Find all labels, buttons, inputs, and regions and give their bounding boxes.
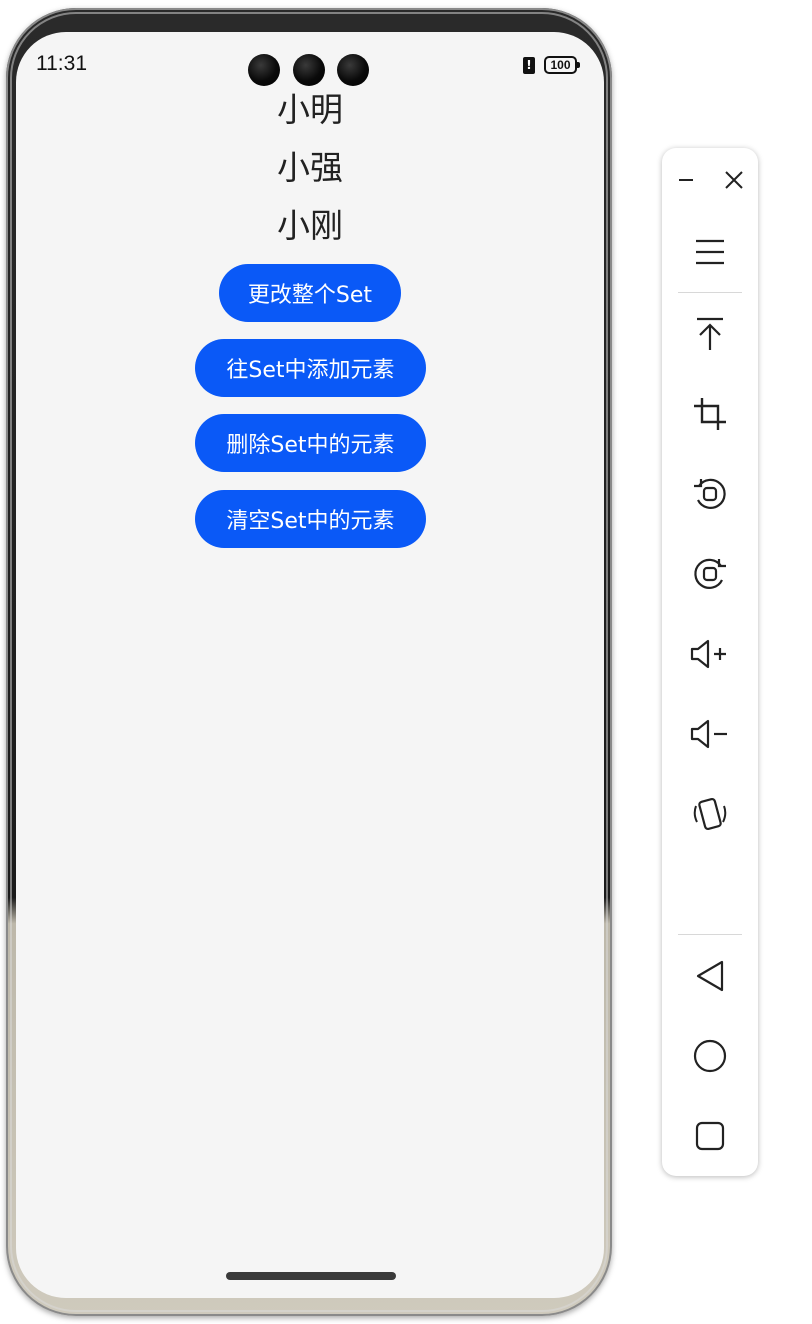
volume-up-button[interactable] bbox=[686, 630, 734, 678]
delete-from-set-button[interactable]: 删除Set中的元素 bbox=[195, 414, 426, 472]
volume-down-button[interactable] bbox=[686, 710, 734, 758]
minimize-button[interactable] bbox=[662, 156, 710, 204]
menu-button[interactable] bbox=[686, 228, 734, 276]
rotate-left-icon bbox=[692, 476, 728, 512]
camera-lens-icon bbox=[248, 54, 280, 86]
rotate-right-icon bbox=[692, 556, 728, 592]
shake-button[interactable] bbox=[686, 790, 734, 838]
crop-button[interactable] bbox=[686, 390, 734, 438]
change-set-button[interactable]: 更改整个Set bbox=[219, 264, 401, 322]
home-button[interactable] bbox=[686, 1032, 734, 1080]
phone-screen: 11:31 ! 100 小明 小强 小刚 更改整个Set 往Set中添加元素 删… bbox=[16, 32, 604, 1298]
recents-icon bbox=[695, 1121, 725, 1151]
name-item: 小强 bbox=[277, 148, 343, 187]
clear-set-button[interactable]: 清空Set中的元素 bbox=[195, 490, 426, 548]
back-icon bbox=[694, 959, 726, 993]
back-button[interactable] bbox=[686, 952, 734, 1000]
name-item: 小刚 bbox=[277, 206, 343, 245]
crop-icon bbox=[693, 397, 727, 431]
rotate-left-button[interactable] bbox=[686, 470, 734, 518]
home-icon bbox=[693, 1039, 727, 1073]
shake-icon bbox=[692, 794, 728, 834]
name-item: 小明 bbox=[277, 90, 343, 129]
emulator-toolbar bbox=[662, 148, 758, 1176]
close-button[interactable] bbox=[710, 156, 758, 204]
alert-icon: ! bbox=[523, 57, 535, 74]
volume-down-icon bbox=[690, 719, 730, 749]
camera-lens-icon bbox=[293, 54, 325, 86]
pin-top-icon bbox=[694, 316, 726, 352]
rotate-right-button[interactable] bbox=[686, 550, 734, 598]
menu-icon bbox=[694, 238, 726, 266]
status-time: 11:31 bbox=[36, 52, 87, 75]
close-icon bbox=[723, 169, 745, 191]
battery-icon: 100 bbox=[544, 56, 580, 74]
add-to-set-button[interactable]: 往Set中添加元素 bbox=[195, 339, 426, 397]
recents-button[interactable] bbox=[686, 1112, 734, 1160]
volume-up-icon bbox=[690, 639, 730, 669]
toolbar-divider bbox=[678, 934, 742, 935]
home-indicator[interactable] bbox=[226, 1272, 396, 1280]
pin-top-button[interactable] bbox=[686, 310, 734, 358]
camera-lens-icon bbox=[337, 54, 369, 86]
toolbar-divider bbox=[678, 292, 742, 293]
minimize-icon bbox=[676, 170, 696, 190]
